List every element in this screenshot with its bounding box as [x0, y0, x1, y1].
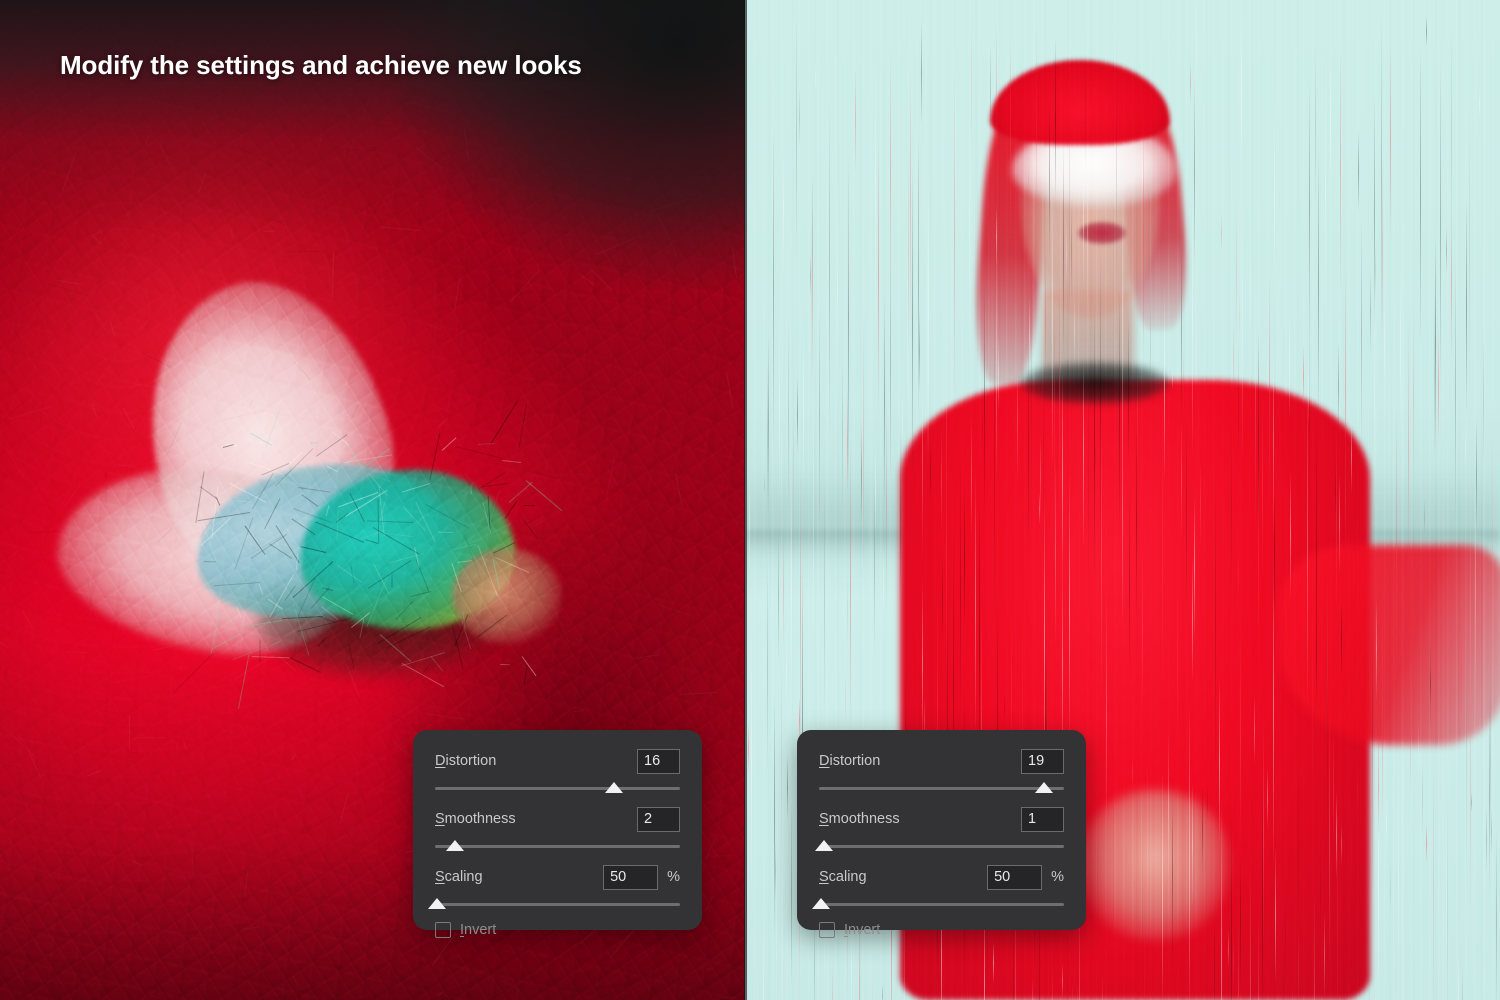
scaling-row: Scaling 50 % — [819, 864, 1064, 890]
distortion-slider-thumb[interactable] — [1035, 782, 1054, 793]
invert-checkbox-row[interactable]: Invert — [435, 922, 680, 938]
smoothness-row: Smoothness 1 — [819, 806, 1064, 832]
scaling-input[interactable]: 50 — [987, 864, 1043, 890]
invert-label: Invert — [460, 922, 496, 938]
distortion-field-wrap: 19 — [1021, 748, 1064, 774]
scaling-label-mnemonic: S — [819, 869, 829, 885]
scaling-label-mnemonic: S — [435, 869, 445, 885]
scaling-label: Scaling — [819, 869, 867, 885]
distortion-row: Distortion 16 — [435, 748, 680, 774]
left-image-corner-vignette — [385, 0, 745, 290]
distortion-field-wrap: 16 — [637, 748, 680, 774]
smoothness-slider[interactable] — [814, 838, 1064, 854]
page-title: Modify the settings and achieve new look… — [60, 50, 582, 80]
scaling-slider-track[interactable] — [819, 903, 1064, 906]
distortion-label-mnemonic: D — [819, 753, 830, 769]
scaling-row: Scaling 50 % — [435, 864, 680, 890]
scaling-unit-label: % — [667, 869, 680, 885]
settings-panel-right: Distortion 19 Smoothness 1 Scaling 50 % — [797, 730, 1086, 938]
distortion-row: Distortion 19 — [819, 748, 1064, 774]
distortion-slider[interactable] — [435, 780, 680, 796]
smoothness-slider-track[interactable] — [819, 845, 1064, 848]
smoothness-field-wrap: 1 — [1021, 806, 1064, 832]
scaling-slider[interactable] — [812, 896, 1064, 912]
scaling-slider-thumb[interactable] — [428, 898, 447, 909]
distortion-label-mnemonic: D — [435, 753, 446, 769]
smoothness-label-mnemonic: S — [819, 811, 829, 827]
smoothness-slider-track[interactable] — [435, 845, 680, 848]
distortion-label: Distortion — [819, 753, 880, 769]
smoothness-label: Smoothness — [819, 811, 900, 827]
distortion-label: Distortion — [435, 753, 496, 769]
smoothness-input[interactable]: 1 — [1021, 806, 1064, 832]
distortion-label-rest: istortion — [829, 753, 881, 769]
scaling-label-rest: caling — [828, 869, 867, 885]
scaling-label: Scaling — [435, 869, 483, 885]
pane-divider — [744, 0, 747, 1000]
distortion-slider-thumb[interactable] — [604, 782, 623, 793]
distortion-slider[interactable] — [819, 780, 1064, 796]
invert-checkbox-row[interactable]: Invert — [819, 922, 1064, 938]
smoothness-slider-thumb[interactable] — [814, 840, 833, 851]
smoothness-field-wrap: 2 — [637, 806, 680, 832]
scaling-field-wrap: 50 % — [603, 864, 680, 890]
smoothness-slider[interactable] — [435, 838, 680, 854]
smoothness-label-rest: moothness — [444, 811, 516, 827]
invert-checkbox[interactable] — [819, 922, 835, 938]
invert-label-rest: nvert — [464, 922, 497, 938]
distortion-label-rest: istortion — [445, 753, 497, 769]
scaling-slider[interactable] — [428, 896, 680, 912]
screenshot-stage: Modify the settings and achieve new look… — [0, 0, 1500, 1000]
smoothness-row: Smoothness 2 — [435, 806, 680, 832]
distortion-input[interactable]: 19 — [1021, 748, 1064, 774]
distortion-input[interactable]: 16 — [637, 748, 680, 774]
scaling-slider-thumb[interactable] — [812, 898, 831, 909]
distortion-slider-track[interactable] — [819, 787, 1064, 790]
invert-checkbox[interactable] — [435, 922, 451, 938]
smoothness-label-rest: moothness — [828, 811, 900, 827]
scaling-field-wrap: 50 % — [987, 864, 1064, 890]
smoothness-slider-thumb[interactable] — [445, 840, 464, 851]
settings-panel-left: Distortion 16 Smoothness 2 Scaling 50 % — [413, 730, 702, 938]
invert-label-rest: nvert — [848, 922, 881, 938]
smoothness-input[interactable]: 2 — [637, 806, 680, 832]
invert-label: Invert — [844, 922, 880, 938]
scaling-unit-label: % — [1051, 869, 1064, 885]
scaling-slider-track[interactable] — [435, 903, 680, 906]
smoothness-label-mnemonic: S — [435, 811, 445, 827]
scaling-label-rest: caling — [444, 869, 483, 885]
distortion-slider-track[interactable] — [435, 787, 680, 790]
smoothness-label: Smoothness — [435, 811, 516, 827]
scaling-input[interactable]: 50 — [603, 864, 659, 890]
